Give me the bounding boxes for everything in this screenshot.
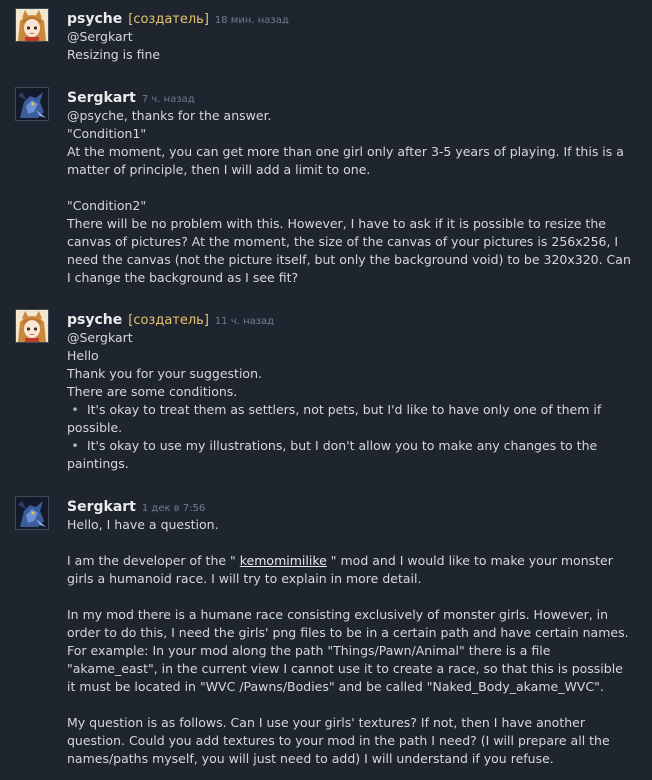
avatar[interactable]: [15, 309, 49, 343]
comment-body: psyche [создатель] 18 мин. назад @Sergkart…: [67, 8, 627, 64]
text-line: need the canvas (not the picture itself,…: [67, 252, 631, 267]
avatar[interactable]: [15, 8, 49, 42]
comment-thread: psyche [создатель] 18 мин. назад @Sergkart…: [0, 0, 652, 780]
comment-text: @Sergkart Hello Thank you for your sugge…: [67, 329, 627, 473]
comment-header: psyche [создатель] 18 мин. назад: [67, 8, 627, 28]
text-line: For example: In your mod along the path …: [67, 643, 551, 658]
blue-monster-avatar-icon: [16, 497, 48, 529]
anime-girl-avatar-icon: [16, 9, 48, 41]
text-line: "Condition1": [67, 126, 147, 141]
text-line: matter of principle, then I will add a l…: [67, 162, 371, 177]
text-line: There are some conditions.: [67, 384, 238, 399]
text-line: My question is as follows. Can I use you…: [67, 715, 585, 730]
text-line: I change the background as I see fit?: [67, 270, 299, 285]
text-line: @psyche, thanks for the answer.: [67, 108, 272, 123]
author-name[interactable]: psyche: [67, 312, 122, 328]
text-line: Thank you for your suggestion.: [67, 366, 262, 381]
timestamp: 18 мин. назад: [214, 15, 289, 26]
avatar[interactable]: [15, 87, 49, 121]
text-line: There will be no problem with this. Howe…: [67, 216, 606, 231]
anime-girl-avatar-icon: [16, 310, 48, 342]
author-name[interactable]: Sergkart: [67, 90, 136, 106]
text-line-with-link: I am the developer of the " kemomimilike…: [67, 553, 613, 568]
text-line: Hello, I have a question.: [67, 517, 219, 532]
comment-body: psyche [создатель] 11 ч. назад @Sergkart H…: [67, 309, 627, 473]
comment-body: Sergkart 1 дек в 7:56 Hello, I have a que…: [67, 496, 629, 768]
avatar[interactable]: [15, 496, 49, 530]
bullet-icon: •: [71, 402, 79, 417]
text-line: possible.: [67, 420, 123, 435]
text-line: girls a humanoid race. I will try to exp…: [67, 571, 422, 586]
comment-body: Sergkart 7 ч. назад @psyche, thanks for t…: [67, 87, 631, 287]
text-line: • It's okay to use my illustrations, but…: [67, 437, 627, 455]
text-line: paintings.: [67, 456, 129, 471]
mod-link[interactable]: kemomimilike: [240, 553, 327, 568]
text-line: "Condition2": [67, 198, 147, 213]
text-line: question. Could you add textures to your…: [67, 733, 610, 748]
comment-header: Sergkart 1 дек в 7:56: [67, 496, 627, 516]
text-line: @Sergkart: [67, 330, 133, 345]
text-line: canvas of pictures? At the moment, the s…: [67, 234, 619, 249]
text-line: [67, 179, 627, 197]
text-line: Hello: [67, 348, 99, 363]
text-line: At the moment, you can get more than one…: [67, 144, 624, 159]
timestamp: 11 ч. назад: [214, 316, 275, 327]
comment-header: Sergkart 7 ч. назад: [67, 87, 627, 107]
comment-text: Hello, I have a question. I am the devel…: [67, 516, 629, 768]
timestamp: 1 дек в 7:56: [141, 503, 206, 514]
comment-text: @psyche, thanks for the answer. "Conditi…: [67, 107, 631, 287]
bullet-icon: •: [71, 438, 79, 453]
text-line: order to do this, I need the girls' png …: [67, 625, 629, 640]
comment-header: psyche [создатель] 11 ч. назад: [67, 309, 627, 329]
text-line: In my mod there is a humane race consist…: [67, 607, 609, 622]
text-line: [67, 588, 627, 606]
text-line: names/paths myself, you will just need t…: [67, 751, 554, 766]
text-line: Resizing is fine: [67, 47, 161, 62]
creator-badge: [создатель]: [128, 12, 209, 27]
blue-monster-avatar-icon: [16, 88, 48, 120]
text-line: it must be located in "WVC /Pawns/Bodies…: [67, 679, 604, 694]
text-line: • It's okay to treat them as settlers, n…: [67, 401, 627, 419]
author-name[interactable]: Sergkart: [67, 499, 136, 515]
text-line: "akame_east", in the current view I cann…: [67, 661, 623, 676]
text-line: [67, 534, 627, 552]
creator-badge: [создатель]: [128, 313, 209, 328]
timestamp: 7 ч. назад: [141, 94, 195, 105]
comment-text: @Sergkart Resizing is fine: [67, 28, 627, 64]
author-name[interactable]: psyche: [67, 11, 122, 27]
text-line: [67, 696, 627, 714]
text-line: @Sergkart: [67, 29, 133, 44]
